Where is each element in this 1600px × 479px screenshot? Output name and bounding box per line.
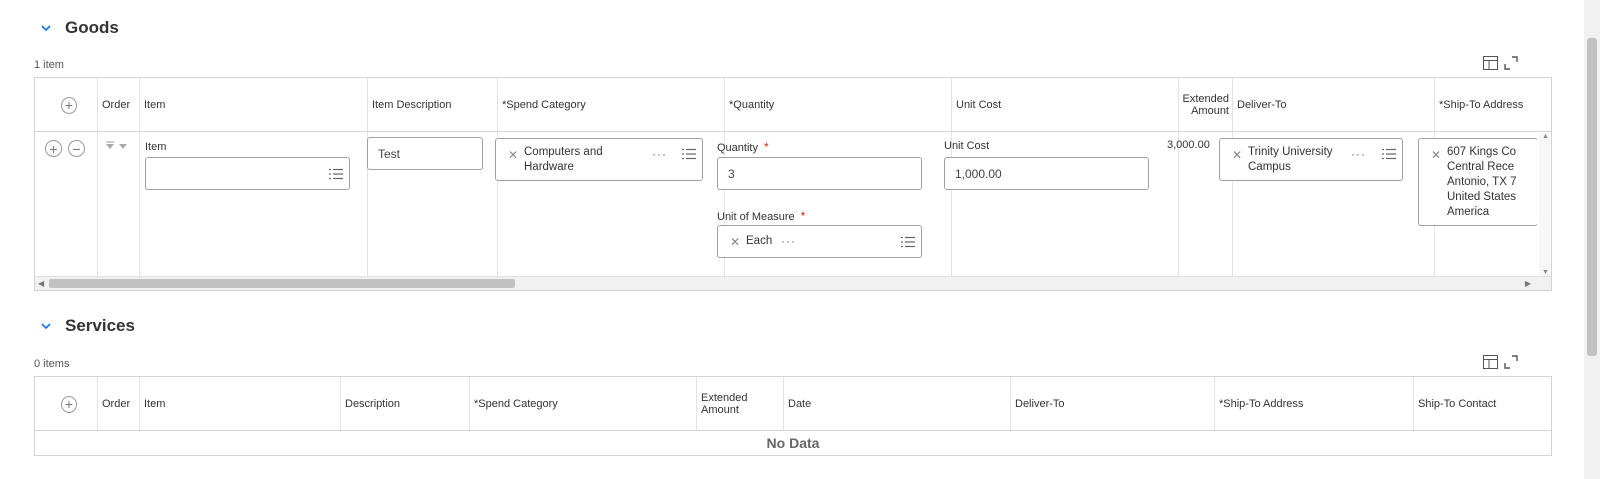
x-icon[interactable]: ✕ <box>1431 148 1441 162</box>
deliver-to-value: Trinity University Campus <box>1248 146 1333 173</box>
goods-header-row: + Order Item Item Description *Spend Cat… <box>35 78 1551 132</box>
fullscreen-icon[interactable] <box>1504 56 1518 70</box>
scroll-left-arrow-icon[interactable]: ◀ <box>38 279 44 288</box>
goods-title: Goods <box>65 18 119 37</box>
item-field-label: Item <box>145 141 167 153</box>
more-icon[interactable]: ··· <box>781 234 796 248</box>
item-description-input[interactable]: Test <box>367 137 483 170</box>
page-vertical-scrollbar[interactable] <box>1584 0 1600 479</box>
services-header-row: + Order Item Description *Spend Category… <box>35 377 1551 431</box>
table-layout-icon[interactable] <box>1483 355 1498 369</box>
scroll-right-arrow-icon[interactable]: ▶ <box>1525 279 1531 288</box>
col-item[interactable]: Item <box>140 377 165 431</box>
col-date[interactable]: Date <box>784 377 811 431</box>
no-data-message: No Data <box>766 435 820 451</box>
col-unit-cost[interactable]: Unit Cost <box>952 78 1001 132</box>
goods-section-header[interactable]: Goods <box>40 18 119 38</box>
fullscreen-icon[interactable] <box>1504 355 1518 369</box>
unit-cost-field-label: Unit Cost <box>944 140 990 152</box>
unit-of-measure-input[interactable]: ✕ Each ··· <box>717 225 922 258</box>
services-toolbar <box>1483 355 1518 369</box>
reorder-arrows-icon[interactable] <box>105 141 129 151</box>
grid-horizontal-scrollbar[interactable]: ◀ ▶ <box>35 276 1551 290</box>
list-icon[interactable] <box>329 168 343 180</box>
extended-amount-value: 3,000.00 <box>1167 139 1210 151</box>
goods-toolbar <box>1483 56 1518 70</box>
ship-to-address-value: 607 Kings Co Central Rece Antonio, TX 7 … <box>1447 146 1517 218</box>
col-description[interactable]: Description <box>341 377 400 431</box>
required-mark: * <box>763 140 769 154</box>
deliver-to-input[interactable]: ✕ Trinity University Campus ··· <box>1219 138 1403 181</box>
grid-vertical-scrollbar[interactable]: ▲ ▼ <box>1539 133 1551 276</box>
required-mark: * <box>800 209 806 223</box>
x-icon[interactable]: ✕ <box>508 148 518 162</box>
goods-item-count: 1 item <box>34 59 64 71</box>
scrollbar-thumb[interactable] <box>49 279 515 288</box>
more-icon[interactable]: ··· <box>1351 147 1366 161</box>
minus-circle-icon[interactable]: − <box>68 140 85 157</box>
services-section-header[interactable]: Services <box>40 316 135 336</box>
col-order[interactable]: Order <box>98 377 130 431</box>
chevron-down-icon[interactable] <box>40 22 52 34</box>
scroll-down-arrow-icon[interactable]: ▼ <box>1542 269 1549 276</box>
quantity-input[interactable]: 3 <box>717 157 922 190</box>
list-icon[interactable] <box>1382 148 1396 160</box>
col-ship-to-address[interactable]: *Ship-To Address <box>1215 377 1303 431</box>
scroll-up-arrow-icon[interactable]: ▲ <box>1542 133 1549 140</box>
goods-grid: + Order Item Item Description *Spend Cat… <box>34 77 1552 291</box>
col-extended-amount[interactable]: Extended Amount <box>1179 78 1233 132</box>
col-deliver-to[interactable]: Deliver-To <box>1233 78 1287 132</box>
col-item[interactable]: Item <box>140 78 165 132</box>
col-deliver-to[interactable]: Deliver-To <box>1011 377 1065 431</box>
services-title: Services <box>65 316 135 335</box>
page-scrollbar-thumb[interactable] <box>1587 38 1597 356</box>
plus-circle-icon[interactable]: + <box>61 395 77 413</box>
x-icon[interactable]: ✕ <box>1232 148 1242 162</box>
col-ship-to-contact[interactable]: Ship-To Contact <box>1414 377 1496 431</box>
list-icon[interactable] <box>901 236 915 248</box>
plus-circle-icon[interactable]: + <box>45 140 62 157</box>
unit-cost-input[interactable]: 1,000.00 <box>944 157 1149 190</box>
col-spend-category[interactable]: *Spend Category <box>470 377 558 431</box>
x-icon[interactable]: ✕ <box>730 235 740 249</box>
chevron-down-icon[interactable] <box>40 320 52 332</box>
ship-to-address-input[interactable]: ✕ 607 Kings Co Central Rece Antonio, TX … <box>1418 138 1538 226</box>
plus-circle-icon[interactable]: + <box>61 96 77 114</box>
col-extended-amount[interactable]: Extended Amount <box>697 377 747 431</box>
col-spend-category[interactable]: *Spend Category <box>498 78 586 132</box>
services-grid: + Order Item Description *Spend Category… <box>34 376 1552 456</box>
table-layout-icon[interactable] <box>1483 56 1498 70</box>
spend-category-value: Computers and Hardware <box>524 146 603 173</box>
more-icon[interactable]: ··· <box>652 147 667 161</box>
quantity-field-label: Quantity * <box>717 140 769 154</box>
col-ship-to-address[interactable]: *Ship-To Address <box>1435 78 1523 132</box>
spend-category-input[interactable]: ✕ Computers and Hardware ··· <box>495 138 703 181</box>
col-item-description[interactable]: Item Description <box>368 78 451 132</box>
col-order[interactable]: Order <box>98 78 130 132</box>
uom-field-label: Unit of Measure * <box>717 209 806 223</box>
item-input[interactable] <box>145 157 350 190</box>
services-item-count: 0 items <box>34 358 70 370</box>
list-icon[interactable] <box>682 148 696 160</box>
col-quantity[interactable]: *Quantity <box>725 78 774 132</box>
